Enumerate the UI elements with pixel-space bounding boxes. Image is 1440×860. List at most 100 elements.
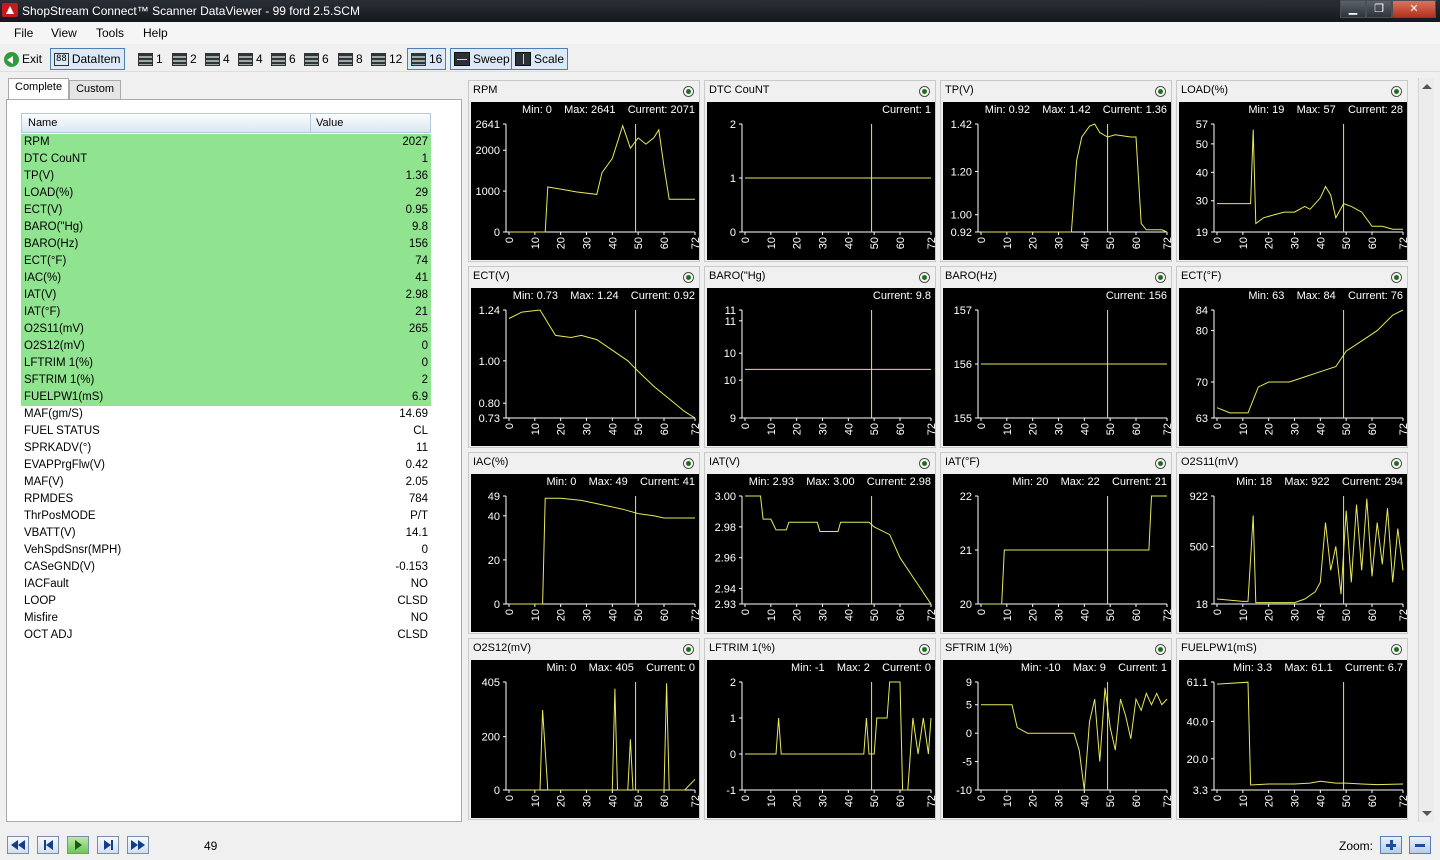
scroll-down-icon[interactable] xyxy=(1422,811,1432,816)
graph-panel[interactable]: O2S12(mV) Min: 0 Max: 405 Current: 0 405 20… xyxy=(468,638,700,820)
menu-help[interactable]: Help xyxy=(143,26,168,40)
graph-plot[interactable]: Current: 9.81111101090 10 20 30 40 50 60 72 xyxy=(707,288,935,446)
menu-tools[interactable]: Tools xyxy=(96,26,124,40)
list-item[interactable]: BARO("Hg) 9.8 xyxy=(21,219,431,236)
list-item[interactable]: O2S12(mV) 0 xyxy=(21,338,431,355)
graph-panel[interactable]: RPM Min: 0 Max: 2641 Current: 2071 2641 200… xyxy=(468,80,700,262)
skip-to-end-button[interactable] xyxy=(127,836,149,854)
list-item[interactable]: ECT(V) 0.95 xyxy=(21,202,431,219)
maximize-button[interactable]: ❐ xyxy=(1366,0,1392,18)
list-item[interactable]: SFTRIM 1(%) 2 xyxy=(21,372,431,389)
column-name-header[interactable]: Name xyxy=(28,117,57,129)
exit-button[interactable]: Exit xyxy=(1,48,45,70)
graph-plot[interactable]: Min: 0 Max: 49 Current: 41 49 40 20 00 10 20 30… xyxy=(471,474,699,632)
graph-plot[interactable]: Current: 156 157 156 155 0 10 20 30 40 50 60 72 xyxy=(943,288,1171,446)
menu-file[interactable]: File xyxy=(14,26,33,40)
list-item[interactable]: BARO(Hz) 156 xyxy=(21,236,431,253)
sweep-button[interactable]: Sweep xyxy=(450,48,514,70)
graph-plot[interactable]: Min: 3.3 Max: 61.1 Current: 6.7 61.1 40.0 2… xyxy=(1179,660,1407,818)
graph-select-radio-icon[interactable] xyxy=(919,86,930,97)
graph-plot[interactable]: Min: -10 Max: 9 Current: 1950-5-100 10 20 3… xyxy=(943,660,1171,818)
dataitem-button[interactable]: 88 DataItem xyxy=(50,48,125,70)
graph-panel[interactable]: FUELPW1(mS) Min: 3.3 Max: 61.1 Current: 6… xyxy=(1176,638,1408,820)
graph-scrollbar[interactable] xyxy=(1418,78,1434,822)
list-item[interactable]: RPM 2027 xyxy=(21,134,431,151)
graph-panel[interactable]: DTC CouNT Current: 1 2 1 0 0 10 20 30 40 50 60 72 xyxy=(704,80,936,262)
graph-select-radio-icon[interactable] xyxy=(683,272,694,283)
list-item[interactable]: CASeGND(V) -0.153 xyxy=(21,559,431,576)
list-item[interactable]: ThrPosMODE P/T xyxy=(21,508,431,525)
graph-plot[interactable]: Min: 19 Max: 57 Current: 28 57 50 40 30 19 0 10… xyxy=(1179,102,1407,260)
tab-complete[interactable]: Complete xyxy=(8,78,70,100)
scale-button[interactable]: Scale xyxy=(511,48,569,70)
graph-plot[interactable]: Min: 0 Max: 2641 Current: 20712641200010… xyxy=(471,102,699,260)
play-button[interactable] xyxy=(67,836,89,854)
zoom-out-button[interactable] xyxy=(1409,836,1431,854)
layout-8-button[interactable]: 8 xyxy=(335,48,366,70)
list-item[interactable]: ECT(°F) 74 xyxy=(21,253,431,270)
list-item[interactable]: VBATT(V) 14.1 xyxy=(21,525,431,542)
graph-select-radio-icon[interactable] xyxy=(1391,644,1402,655)
data-list[interactable]: Name Value RPM 2027 DTC CouNT 1 TP(V) 1.36 LOA… xyxy=(6,99,462,822)
column-value-header[interactable]: Value xyxy=(316,117,343,129)
list-item[interactable]: MAF(gm/S) 14.69 xyxy=(21,406,431,423)
layout-2-button[interactable]: 2 xyxy=(169,48,200,70)
graph-plot[interactable]: Min: 20 Max: 22 Current: 21 22 21 20 0 10 20 30… xyxy=(943,474,1171,632)
graph-select-radio-icon[interactable] xyxy=(683,458,694,469)
graph-select-radio-icon[interactable] xyxy=(1155,458,1166,469)
layout-16-button[interactable]: 16 xyxy=(407,48,447,70)
list-item[interactable]: IAT(V) 2.98 xyxy=(21,287,431,304)
list-item[interactable]: IACFault NO xyxy=(21,576,431,593)
list-item[interactable]: FUEL STATUS CL xyxy=(21,423,431,440)
layout-1-button[interactable]: 1 xyxy=(135,48,166,70)
graph-select-radio-icon[interactable] xyxy=(1391,458,1402,469)
layout-4a-button[interactable]: 4 xyxy=(202,48,233,70)
graph-panel[interactable]: IAC(%) Min: 0 Max: 49 Current: 41 49 40 20 0 0… xyxy=(468,452,700,634)
list-item[interactable]: IAC(%) 41 xyxy=(21,270,431,287)
graph-panel[interactable]: ECT(V) Min: 0.73 Max: 1.24 Current: 0.92 1… xyxy=(468,266,700,448)
graph-panel[interactable]: LOAD(%) Min: 19 Max: 57 Current: 28 57 50 40… xyxy=(1176,80,1408,262)
list-item[interactable]: VehSpdSnsr(MPH) 0 xyxy=(21,542,431,559)
graph-select-radio-icon[interactable] xyxy=(919,272,930,283)
list-item[interactable]: FUELPW1(mS) 6.9 xyxy=(21,389,431,406)
list-item[interactable]: OCT ADJ CLSD xyxy=(21,627,431,644)
graph-plot[interactable]: Current: 12100 10 20 30 40 50 60 72 xyxy=(707,102,935,260)
list-item[interactable]: DTC CouNT 1 xyxy=(21,151,431,168)
tab-custom[interactable]: Custom xyxy=(69,80,121,100)
graph-panel[interactable]: BARO(Hz) Current: 156 157 156 155 0 10 20 30 40 50… xyxy=(940,266,1172,448)
skip-to-start-button[interactable] xyxy=(7,836,29,854)
list-item[interactable]: RPMDES 784 xyxy=(21,491,431,508)
list-item[interactable]: IAT(°F) 21 xyxy=(21,304,431,321)
step-back-button[interactable] xyxy=(37,836,59,854)
menu-view[interactable]: View xyxy=(51,26,77,40)
list-item[interactable]: LFTRIM 1(%) 0 xyxy=(21,355,431,372)
graph-select-radio-icon[interactable] xyxy=(1391,86,1402,97)
graph-panel[interactable]: TP(V) Min: 0.92 Max: 1.42 Current: 1.36 1.… xyxy=(940,80,1172,262)
graph-panel[interactable]: LFTRIM 1(%) Min: -1 Max: 2 Current: 0210-… xyxy=(704,638,936,820)
graph-panel[interactable]: SFTRIM 1(%) Min: -10 Max: 9 Current: 1950… xyxy=(940,638,1172,820)
minimize-button[interactable]: ▁ xyxy=(1340,0,1366,18)
list-item[interactable]: EVAPPrgFlw(V) 0.42 xyxy=(21,457,431,474)
graph-panel[interactable]: ECT(°F) Min: 63 Max: 84 Current: 76 84 80 70… xyxy=(1176,266,1408,448)
list-item[interactable]: LOAD(%) 29 xyxy=(21,185,431,202)
graph-select-radio-icon[interactable] xyxy=(683,86,694,97)
graph-plot[interactable]: Min: 0.73 Max: 1.24 Current: 0.92 1.24 1.0… xyxy=(471,288,699,446)
layout-6b-button[interactable]: 6 xyxy=(301,48,332,70)
graph-select-radio-icon[interactable] xyxy=(919,458,930,469)
graph-select-radio-icon[interactable] xyxy=(1391,272,1402,283)
graph-plot[interactable]: Min: 63 Max: 84 Current: 76 84 80 70 63 0 10 20… xyxy=(1179,288,1407,446)
list-item[interactable]: LOOP CLSD xyxy=(21,593,431,610)
step-forward-button[interactable] xyxy=(97,836,119,854)
list-item[interactable]: MAF(V) 2.05 xyxy=(21,474,431,491)
graph-select-radio-icon[interactable] xyxy=(919,644,930,655)
graph-plot[interactable]: Min: -1 Max: 2 Current: 0210-10 10 20 30 40 5… xyxy=(707,660,935,818)
list-item[interactable]: SPRKADV(°) 11 xyxy=(21,440,431,457)
list-item[interactable]: Misfire NO xyxy=(21,610,431,627)
graph-panel[interactable]: BARO("Hg) Current: 9.8 11 11 10 10 9 0 10 20 30 40 5… xyxy=(704,266,936,448)
list-item[interactable]: O2S11(mV) 265 xyxy=(21,321,431,338)
layout-6a-button[interactable]: 6 xyxy=(268,48,299,70)
close-button[interactable]: ✕ xyxy=(1392,0,1436,18)
graph-plot[interactable]: Min: 0 Max: 405 Current: 0 405 200 00 10 20 30… xyxy=(471,660,699,818)
graph-select-radio-icon[interactable] xyxy=(683,644,694,655)
graph-panel[interactable]: IAT(°F) Min: 20 Max: 22 Current: 21 22 21 20… xyxy=(940,452,1172,634)
